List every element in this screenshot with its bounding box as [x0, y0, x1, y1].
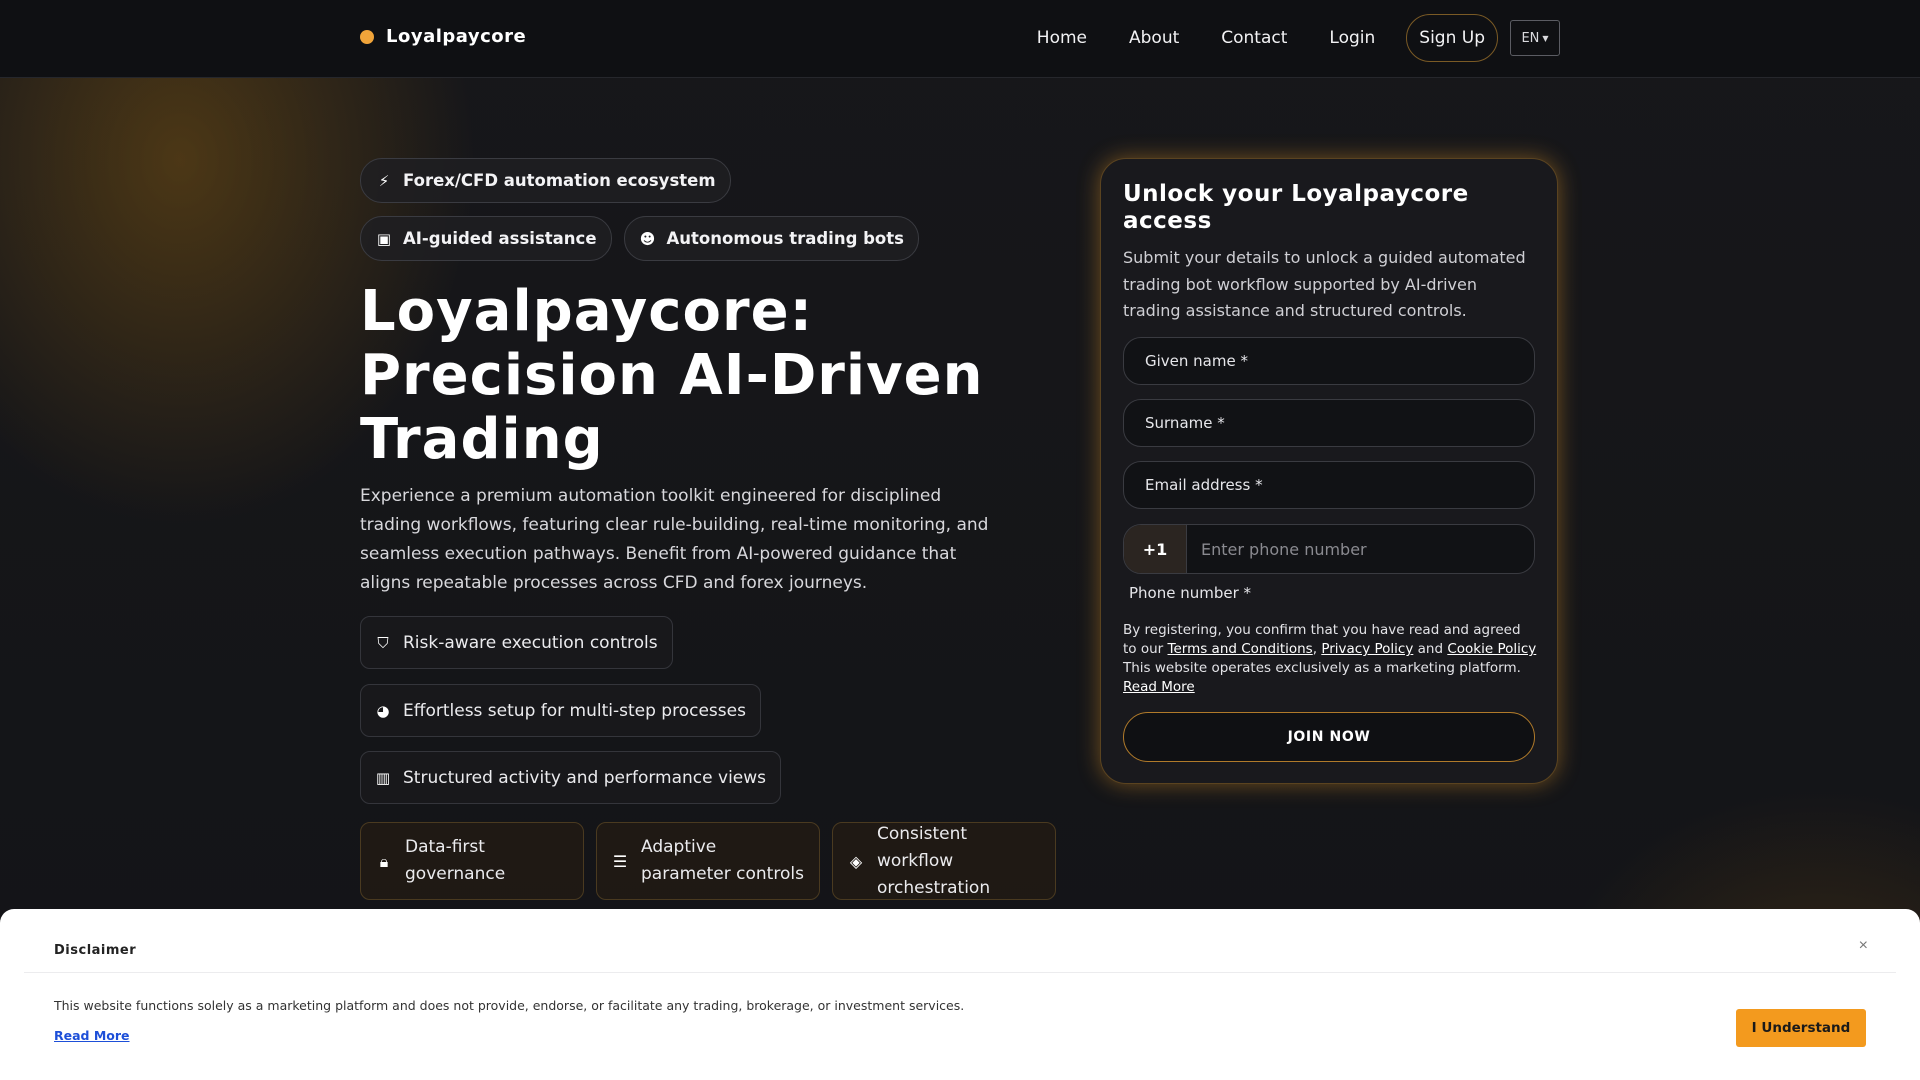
brand-name: Loyalpaycore	[386, 26, 527, 47]
language-selector[interactable]: EN ▼	[1510, 20, 1560, 56]
nav-contact-link[interactable]: Contact	[1200, 14, 1308, 62]
lock-icon: 🔒︎	[379, 851, 389, 871]
read-more-link[interactable]: Read More	[1123, 679, 1195, 695]
given-name-field[interactable]: Given name *	[1123, 337, 1535, 385]
bolt-icon: ⚡	[378, 171, 390, 190]
brand-logo[interactable]: Loyalpaycore	[360, 26, 526, 47]
tile-parameter-controls: ☰ Adaptive parameter controls	[596, 822, 820, 900]
understand-button[interactable]: I Understand	[1736, 1009, 1866, 1047]
caret-down-icon: ▼	[1542, 33, 1549, 43]
chip-forex-automation: ⚡ Forex/CFD automation ecosystem	[360, 158, 731, 203]
terms-link[interactable]: Terms and Conditions	[1168, 641, 1313, 657]
chip-ai-assistance: ▣ AI-guided assistance	[360, 216, 612, 261]
email-label: Email address *	[1145, 476, 1263, 494]
tile-governance: 🔒︎ Data-first governance	[360, 822, 584, 900]
country-code-selector[interactable]: +1	[1124, 525, 1187, 573]
surname-field[interactable]: Surname *	[1123, 399, 1535, 447]
chip-icon: ▣	[376, 229, 392, 248]
legal-notice: By registering, you confirm that you hav…	[1123, 621, 1537, 697]
chip-trading-bots: ☻ Autonomous trading bots	[623, 216, 919, 261]
legal-and: and	[1417, 641, 1444, 657]
disclaimer-divider	[24, 972, 1896, 973]
chip-label: Autonomous trading bots	[666, 229, 904, 248]
disclaimer-text: This website functions solely as a marke…	[54, 998, 965, 1013]
feature-tiles: 🔒︎ Data-first governance ☰ Adaptive para…	[360, 822, 1056, 900]
chip-label: AI-guided assistance	[403, 229, 597, 248]
cookie-link[interactable]: Cookie Policy	[1447, 641, 1536, 657]
main-nav: Home About Contact Login Sign Up EN ▼	[1016, 14, 1560, 62]
given-name-label: Given name *	[1145, 352, 1248, 370]
disclaimer-banner: Disclaimer × This website functions sole…	[0, 909, 1920, 1080]
registration-card: Unlock your Loyalpaycore access Submit y…	[1100, 158, 1558, 784]
sliders-icon: ☰	[612, 851, 628, 871]
nav-about-link[interactable]: About	[1108, 14, 1200, 62]
signup-button[interactable]: Sign Up	[1406, 14, 1498, 62]
feature-label: Effortless setup for multi-step processe…	[403, 700, 746, 721]
join-now-button[interactable]: JOIN NOW	[1123, 712, 1535, 762]
robot-icon: ☻	[639, 229, 656, 248]
legal-comma: ,	[1312, 641, 1318, 657]
tile-label: Data-first governance	[405, 837, 506, 884]
close-icon[interactable]: ×	[1859, 937, 1868, 955]
shield-icon: ⛉	[377, 633, 389, 652]
phone-input[interactable]	[1187, 525, 1534, 573]
language-code: EN	[1521, 30, 1540, 46]
nav-login-link[interactable]: Login	[1308, 14, 1396, 62]
top-navigation-bar: Loyalpaycore Home About Contact Login Si…	[0, 0, 1920, 78]
tile-label: Consistent workflow orchestration	[877, 823, 991, 898]
nav-home-link[interactable]: Home	[1016, 14, 1108, 62]
bar-chart-icon: ▥	[375, 768, 391, 787]
hero-title: Loyalpaycore: Precision AI-Driven Tradin…	[360, 279, 984, 472]
email-field[interactable]: Email address *	[1123, 461, 1535, 509]
surname-label: Surname *	[1145, 414, 1225, 432]
layers-icon: ◈	[849, 851, 863, 871]
privacy-link[interactable]: Privacy Policy	[1321, 641, 1413, 657]
hero-description: Experience a premium automation toolkit …	[360, 486, 989, 593]
disclaimer-read-more-link[interactable]: Read More	[54, 1028, 130, 1043]
phone-label: Phone number *	[1129, 584, 1252, 602]
feature-label: Risk-aware execution controls	[403, 632, 658, 653]
form-title: Unlock your Loyalpaycore access	[1123, 181, 1469, 234]
disclaimer-title: Disclaimer	[54, 943, 137, 958]
brand-dot-icon	[360, 29, 374, 44]
phone-field: +1	[1123, 524, 1535, 574]
tile-label: Adaptive parameter controls	[641, 837, 804, 884]
form-subtitle: Submit your details to unlock a guided a…	[1123, 248, 1526, 320]
feature-performance-views: ▥ Structured activity and performance vi…	[360, 751, 782, 804]
hero-chips: ⚡ Forex/CFD automation ecosystem ▣ AI-gu…	[360, 158, 960, 261]
tile-workflow-orchestration: ◈ Consistent workflow orchestration	[832, 822, 1056, 900]
chip-label: Forex/CFD automation ecosystem	[403, 171, 716, 190]
palette-icon: ◕	[376, 701, 390, 720]
legal-suffix: This website operates exclusively as a m…	[1123, 660, 1521, 676]
feature-setup: ◕ Effortless setup for multi-step proces…	[360, 684, 761, 737]
feature-label: Structured activity and performance view…	[403, 767, 767, 788]
feature-risk-controls: ⛉ Risk-aware execution controls	[360, 616, 673, 669]
